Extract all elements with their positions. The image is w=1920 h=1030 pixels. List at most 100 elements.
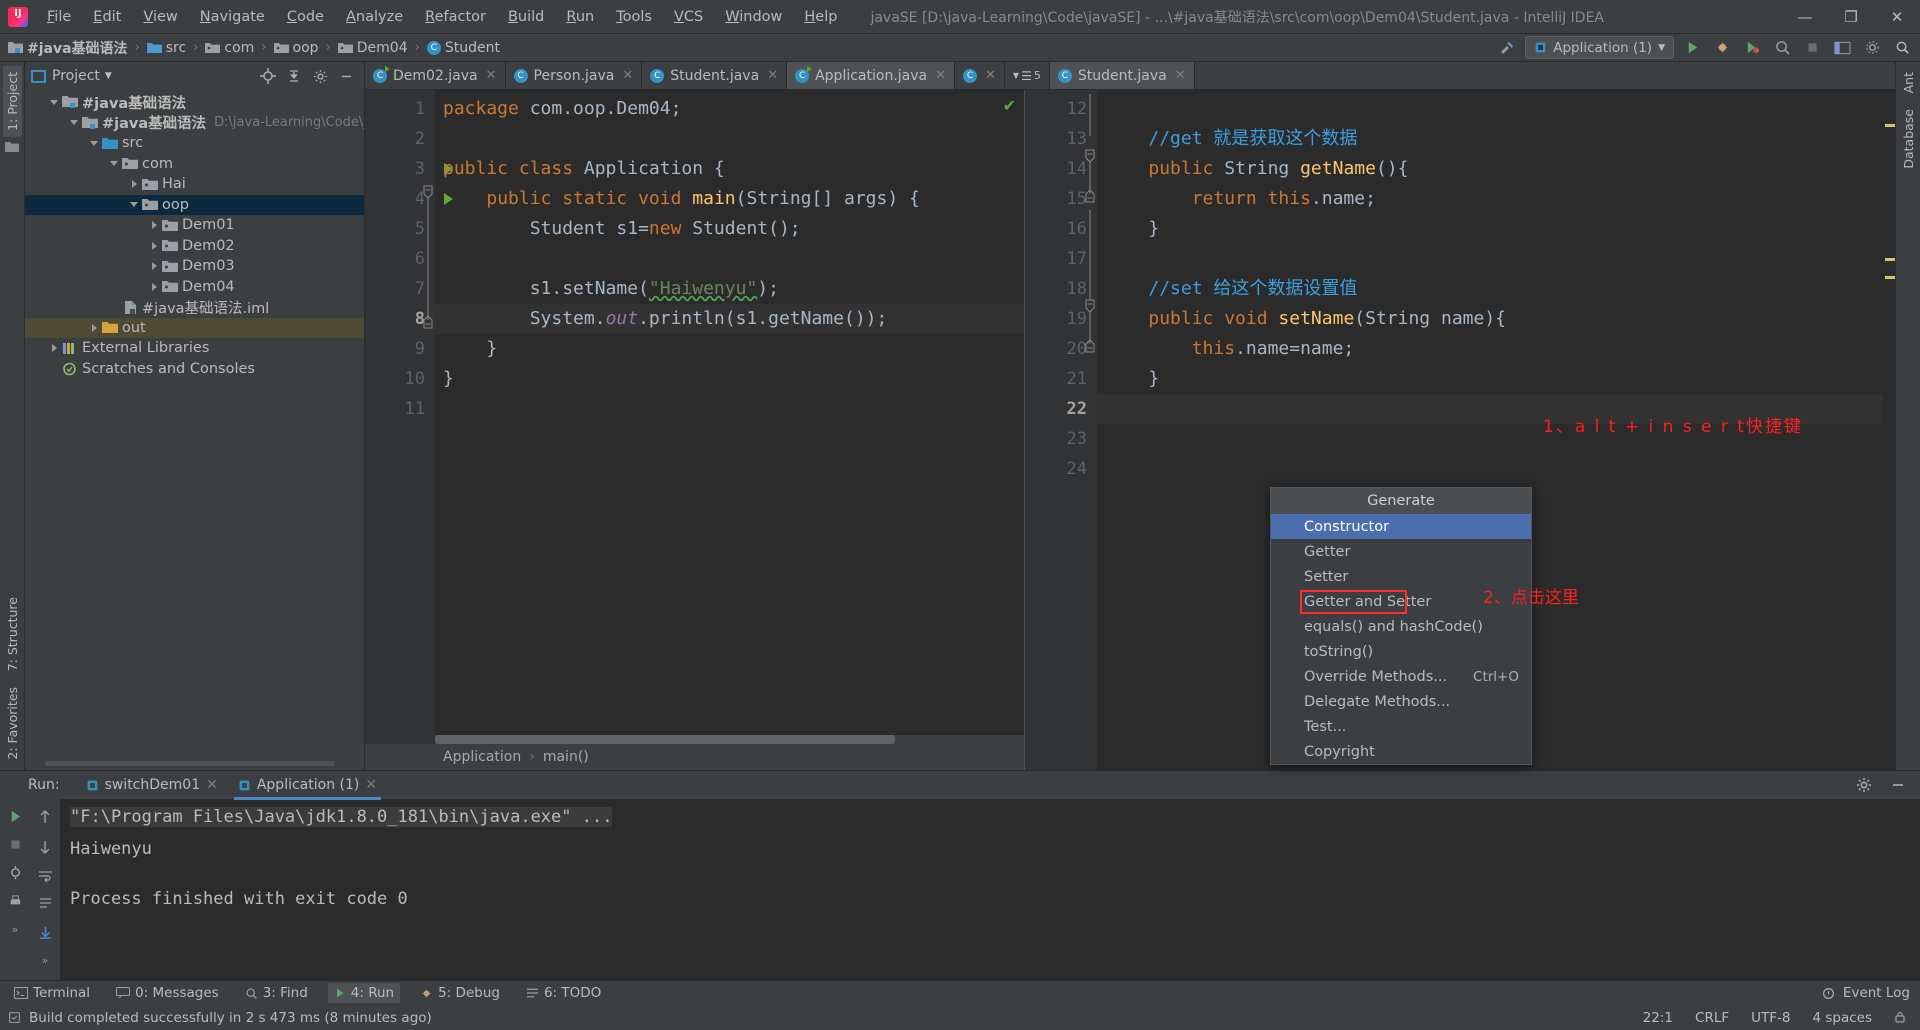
- rail-structure-button[interactable]: 7: Structure: [3, 591, 22, 677]
- rail-database-button[interactable]: Database: [1899, 103, 1918, 175]
- breadcrumb-item-#java基础语法[interactable]: #java基础语法: [8, 38, 128, 58]
- code-line[interactable]: [1097, 454, 1883, 484]
- line-number-gutter-right[interactable]: 12 13 14 15 16 17 18 19 20 21 22 23 24: [1025, 90, 1097, 770]
- code-line[interactable]: //get 就是获取这个数据: [1097, 124, 1883, 154]
- tree-node-4[interactable]: Hai: [25, 174, 364, 195]
- code-line[interactable]: public String getName(){: [1097, 154, 1883, 184]
- generate-item-tostring[interactable]: toString(): [1271, 639, 1531, 664]
- tree-twisty[interactable]: [147, 262, 161, 271]
- tree-node-5[interactable]: oop: [25, 194, 364, 215]
- breadcrumb-item-com[interactable]: com: [205, 40, 254, 56]
- stop-icon[interactable]: [1800, 37, 1824, 59]
- rail-favorites-button[interactable]: 2: Favorites: [3, 681, 22, 766]
- editor-hscrollbar-left[interactable]: [435, 735, 1024, 744]
- code-line[interactable]: public void setName(String name){: [1097, 304, 1883, 334]
- generate-item-constructor[interactable]: Constructor: [1271, 514, 1531, 539]
- code-line[interactable]: [1097, 94, 1883, 124]
- code-content-left[interactable]: package com.oop.Dem04; public class Appl…: [435, 90, 1024, 744]
- project-hscrollbar[interactable]: [25, 756, 364, 770]
- tab-list-button[interactable]: ▼ ☰ 5: [1005, 62, 1050, 89]
- generate-item-override-methods[interactable]: Override Methods... Ctrl+O: [1271, 664, 1531, 689]
- close-icon[interactable]: ✕: [985, 68, 996, 83]
- tree-twisty[interactable]: [87, 323, 101, 332]
- bottom-tab-0-messages[interactable]: 0: Messages: [110, 983, 225, 1003]
- bottom-tab-5-debug[interactable]: 5: Debug: [414, 983, 506, 1003]
- profiler-icon[interactable]: [1770, 37, 1794, 59]
- project-tree[interactable]: #java基础语法 #java基础语法 D:\java-Learning\Code\…: [25, 90, 364, 756]
- tab-dem02-java[interactable]: C Dem02.java ✕: [365, 62, 506, 89]
- menu-refactor[interactable]: Refactor: [414, 5, 497, 29]
- event-log-button[interactable]: Event Log: [1843, 985, 1910, 1001]
- bottom-tab-terminal[interactable]: Terminal: [8, 983, 96, 1003]
- fold-handles-left[interactable]: [421, 94, 435, 744]
- menu-analyze[interactable]: Analyze: [335, 5, 414, 29]
- collapse-all-icon[interactable]: [282, 65, 306, 87]
- tree-node-11[interactable]: out: [25, 317, 364, 338]
- code-line[interactable]: }: [1097, 364, 1883, 394]
- code-line[interactable]: [1097, 244, 1883, 274]
- settings-icon[interactable]: [1860, 37, 1884, 59]
- close-icon[interactable]: ✕: [1175, 68, 1186, 83]
- locate-target-icon[interactable]: [256, 65, 280, 87]
- hammer-icon[interactable]: [1495, 37, 1519, 59]
- scroll-to-end-icon[interactable]: [38, 897, 53, 911]
- line-separator[interactable]: CRLF: [1695, 1010, 1729, 1026]
- code-line[interactable]: this.name=name;: [1097, 334, 1883, 364]
- run-with-coverage-icon[interactable]: [1740, 37, 1764, 59]
- generate-item-delegate-methods[interactable]: Delegate Methods...: [1271, 689, 1531, 714]
- breadcrumb-item-Dem04[interactable]: Dem04: [337, 40, 408, 56]
- menu-build[interactable]: Build: [497, 5, 555, 29]
- tree-node-3[interactable]: com: [25, 154, 364, 175]
- generate-popup[interactable]: Generate Constructor Getter Setter Getter a…: [1270, 487, 1532, 765]
- menu-help[interactable]: Help: [793, 5, 848, 29]
- generate-menu-list[interactable]: Constructor Getter Setter Getter and Setter…: [1271, 514, 1531, 764]
- tree-node-10[interactable]: #java基础语法.iml: [25, 297, 364, 318]
- tree-node-2[interactable]: src: [25, 133, 364, 154]
- code-line[interactable]: s1.setName("Haiwenyu");: [435, 274, 1024, 304]
- stop-icon[interactable]: [9, 838, 22, 851]
- caret-position[interactable]: 22:1: [1643, 1010, 1673, 1026]
- menu-view[interactable]: View: [132, 5, 188, 29]
- run-configuration-selector[interactable]: Application (1) ▼: [1525, 36, 1674, 59]
- code-line[interactable]: //set 给这个数据设置值: [1097, 274, 1883, 304]
- settings-gear-icon[interactable]: [1852, 774, 1876, 796]
- tree-node-9[interactable]: Dem04: [25, 277, 364, 298]
- rail-project-button[interactable]: 1: Project: [2, 66, 22, 137]
- line-number-gutter-left[interactable]: 1 2 3 4 5 6 7 8 9 10 11: [365, 90, 453, 744]
- tree-node-7[interactable]: Dem02: [25, 236, 364, 257]
- run-icon[interactable]: [1680, 37, 1704, 59]
- hide-panel-icon[interactable]: [1886, 774, 1910, 796]
- split-editor-extra-tab[interactable]: C ✕: [955, 62, 1005, 89]
- code-line[interactable]: }: [1097, 214, 1883, 244]
- tab-application-java[interactable]: C Application.java ✕: [787, 62, 956, 89]
- tree-node-6[interactable]: Dem01: [25, 215, 364, 236]
- fold-handles-right[interactable]: [1083, 94, 1097, 770]
- menu-code[interactable]: Code: [276, 5, 335, 29]
- export-icon[interactable]: [38, 925, 53, 940]
- menu-icon[interactable]: »: [12, 923, 19, 936]
- chevron-down-icon[interactable]: ▼: [105, 71, 112, 81]
- breadcrumb-item-src[interactable]: src: [146, 40, 186, 56]
- scroll-up-icon[interactable]: [38, 809, 52, 825]
- editor-marker-bar[interactable]: [1883, 90, 1895, 770]
- menu-run[interactable]: Run: [555, 5, 605, 29]
- code-line[interactable]: package com.oop.Dem04;: [435, 94, 1024, 124]
- close-icon[interactable]: ✕: [206, 777, 218, 793]
- tree-node-8[interactable]: Dem03: [25, 256, 364, 277]
- tree-twisty[interactable]: [87, 140, 101, 146]
- close-icon[interactable]: ✕: [365, 777, 377, 793]
- code-line[interactable]: [435, 244, 1024, 274]
- generate-item-test[interactable]: Test...: [1271, 714, 1531, 739]
- tab-student-java-right[interactable]: C Student.java ✕: [1049, 62, 1195, 89]
- debug-icon[interactable]: [1710, 37, 1734, 59]
- print-icon[interactable]: [8, 894, 23, 909]
- layout-icon[interactable]: [1830, 37, 1854, 59]
- breadcrumb-class[interactable]: Application: [443, 749, 521, 765]
- code-line[interactable]: [435, 394, 1024, 424]
- rerun-icon[interactable]: [8, 809, 23, 824]
- close-icon[interactable]: ✕: [622, 68, 633, 83]
- tree-twisty[interactable]: [127, 202, 141, 208]
- code-line[interactable]: System.out.println(s1.getName());: [435, 304, 1024, 334]
- generate-item-equals-and-hashcode[interactable]: equals() and hashCode(): [1271, 614, 1531, 639]
- minimize-button[interactable]: —: [1782, 0, 1828, 34]
